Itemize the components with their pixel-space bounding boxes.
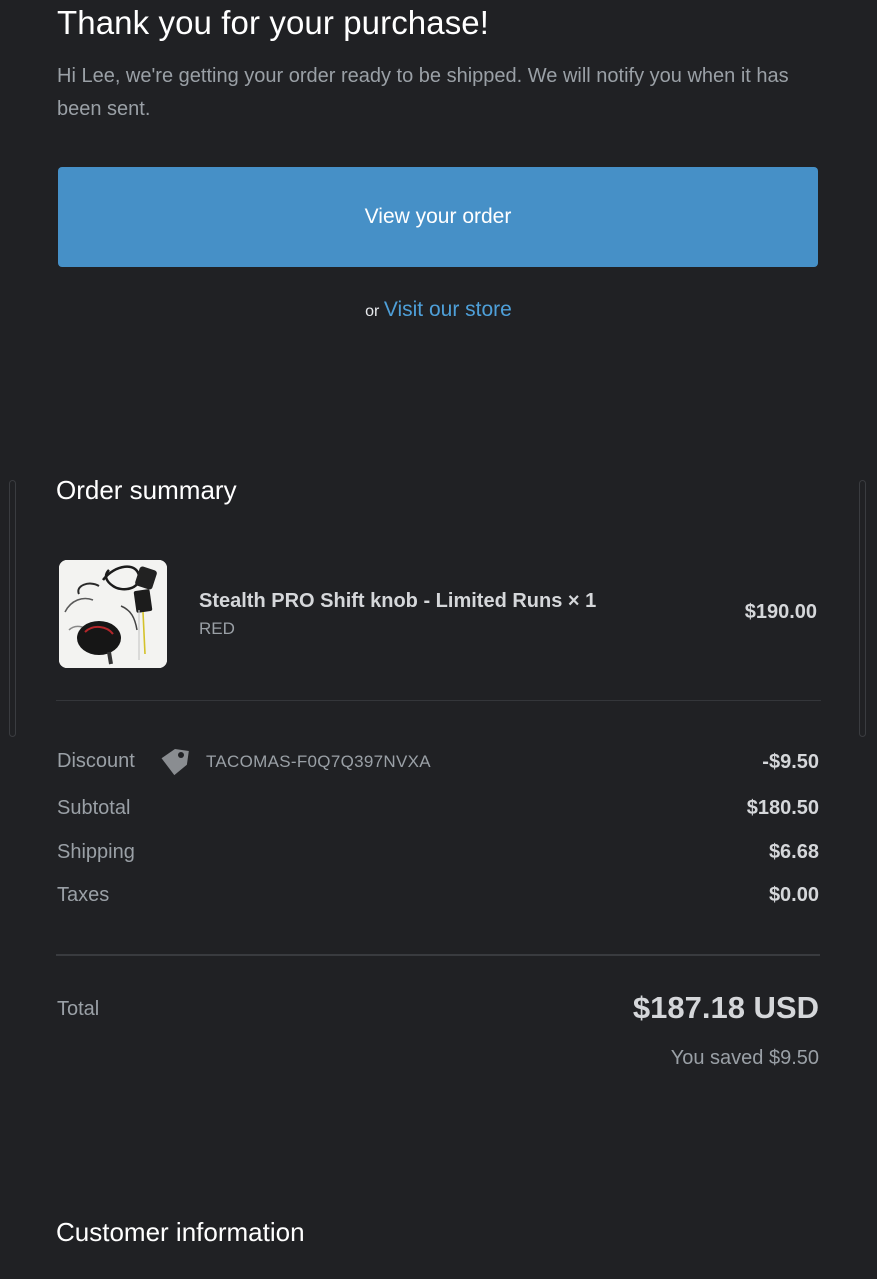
- taxes-label: Taxes: [57, 884, 110, 906]
- scroll-edge-left: [9, 480, 16, 737]
- subtotal-label: Subtotal: [57, 797, 131, 819]
- visit-store-link[interactable]: Visit our store: [384, 298, 512, 321]
- savings-note: You saved $9.50: [670, 1047, 819, 1069]
- product-price: $190.00: [744, 601, 817, 623]
- order-confirmation-page: Thank you for your purchase! Hi Lee, we'…: [0, 0, 877, 1279]
- view-order-button[interactable]: View your order: [58, 167, 818, 267]
- page-title: Thank you for your purchase!: [57, 4, 490, 41]
- discount-label: Discount: [57, 750, 135, 772]
- total-divider: [56, 954, 820, 956]
- customer-information-heading: Customer information: [56, 1217, 305, 1247]
- visit-store-line: or Visit our store: [0, 298, 877, 322]
- intro-message: Hi Lee, we're getting your order ready t…: [57, 65, 789, 120]
- taxes-value: $0.00: [768, 884, 819, 906]
- tag-icon: [161, 748, 189, 776]
- summary-divider: [56, 700, 821, 701]
- shipping-value: $6.68: [768, 841, 819, 863]
- subtotal-value: $180.50: [746, 797, 819, 819]
- total-label: Total: [57, 998, 100, 1020]
- product-name: Stealth PRO Shift knob - Limited Runs × …: [199, 590, 597, 612]
- product-thumbnail: [59, 560, 167, 668]
- or-text: or: [365, 303, 380, 320]
- product-variant: RED: [199, 619, 235, 638]
- order-summary-heading: Order summary: [56, 475, 237, 505]
- shipping-label: Shipping: [57, 841, 135, 863]
- scroll-edge-right: [859, 480, 866, 737]
- discount-code: TACOMAS-F0Q7Q397NVXA: [206, 752, 431, 771]
- discount-value: -$9.50: [762, 751, 819, 773]
- shift-knob-product-photo-icon: [59, 560, 167, 668]
- total-value: $187.18 USD: [632, 990, 819, 1025]
